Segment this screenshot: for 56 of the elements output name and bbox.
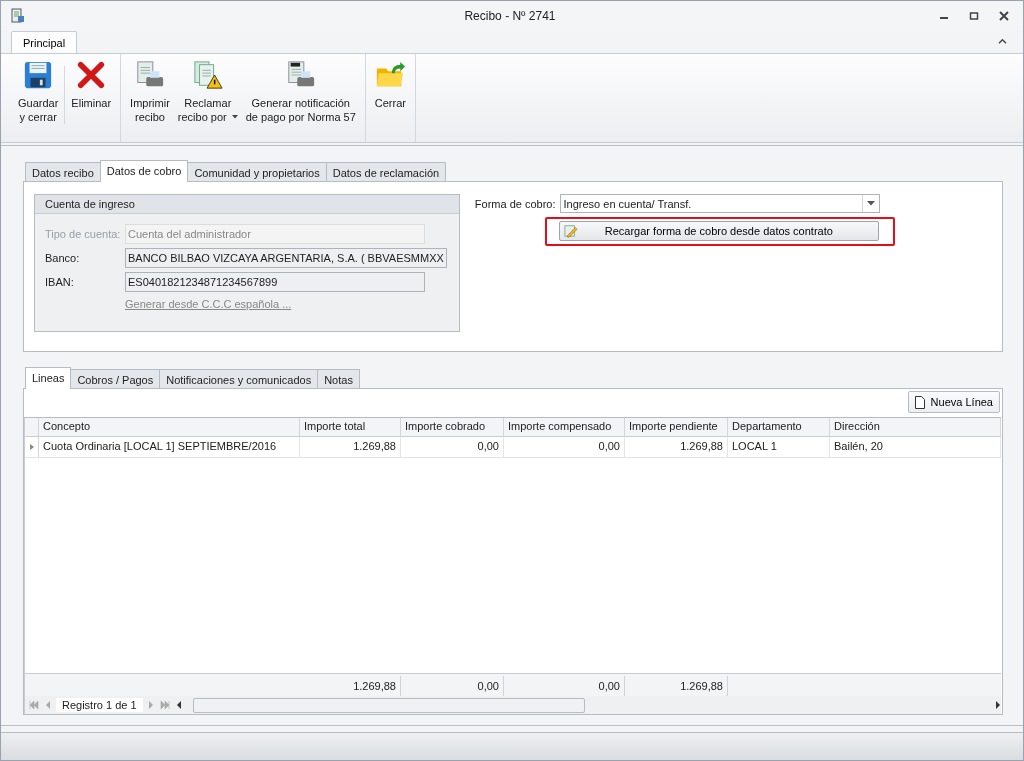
column-header[interactable]: Importe total bbox=[300, 418, 401, 437]
form-tab[interactable]: Datos de reclamación bbox=[325, 162, 447, 182]
table-cell: 1.269,88 bbox=[625, 437, 728, 458]
form-tab[interactable]: Comunidad y propietarios bbox=[187, 162, 327, 182]
column-header[interactable]: Importe cobrado bbox=[401, 418, 504, 437]
ribbon-button[interactable]: Cerrar bbox=[370, 54, 410, 142]
ribbon-button[interactable]: Guardar y cerrar bbox=[14, 54, 63, 142]
field-label: Banco: bbox=[45, 252, 81, 264]
corner-cell bbox=[25, 418, 39, 437]
text-field[interactable]: ES0401821234871234567899 bbox=[125, 272, 425, 292]
ribbon-button[interactable]: Imprimir recibo bbox=[126, 54, 174, 142]
collapse-icon[interactable] bbox=[998, 38, 1007, 45]
form-tab[interactable]: Datos de cobro bbox=[99, 160, 189, 182]
table-cell: LOCAL 1 bbox=[728, 437, 830, 458]
table-cell: Bailén, 20 bbox=[830, 437, 1001, 458]
lines-tab[interactable]: Notas bbox=[317, 369, 360, 389]
record-counter: Registro 1 de 1 bbox=[56, 698, 143, 712]
table-cell: 0,00 bbox=[504, 437, 625, 458]
reload-button[interactable]: Recargar forma de cobro desde datos contrato bbox=[558, 221, 879, 241]
field-label: Tipo de cuenta: bbox=[45, 228, 122, 240]
ribbon-button[interactable]: Reclamar recibo por bbox=[173, 54, 242, 142]
page-icon bbox=[914, 395, 925, 409]
table-cell: 0,00 bbox=[401, 437, 504, 458]
ribbon-tab[interactable]: Principal bbox=[11, 31, 78, 53]
column-header[interactable]: Concepto bbox=[39, 418, 300, 437]
document-warning-icon bbox=[192, 60, 223, 90]
column-header[interactable]: Importe compensado bbox=[504, 418, 625, 437]
field-label: Forma de cobro: bbox=[474, 197, 556, 210]
column-header[interactable]: Departamento bbox=[728, 418, 830, 437]
dropdown-arrow-icon bbox=[866, 201, 875, 206]
delete-icon bbox=[76, 60, 107, 90]
field-label: IBAN: bbox=[45, 276, 75, 288]
window-title: Recibo - Nº 2741 bbox=[463, 9, 557, 23]
lines-tab[interactable]: Notificaciones y comunicados bbox=[159, 369, 319, 389]
lines-tab[interactable]: Lineas bbox=[25, 367, 72, 389]
column-header[interactable]: Dirección bbox=[830, 418, 1001, 437]
restore-icon[interactable] bbox=[969, 11, 979, 21]
text-field[interactable]: BANCO BILBAO VIZCAYA ARGENTARIA, S.A. ( BBVAESMMXX bbox=[125, 248, 447, 268]
column-header[interactable]: Importe pendiente bbox=[625, 418, 728, 437]
ribbon-button[interactable]: Generar notificación de pago por Norma 57 bbox=[241, 54, 360, 142]
ribbon-button[interactable]: Eliminar bbox=[67, 54, 116, 142]
scroll-left-icon[interactable] bbox=[175, 701, 181, 709]
table-cell: Cuota Ordinaria [LOCAL 1] SEPTIEMBRE/2016 bbox=[39, 437, 300, 458]
close-icon[interactable] bbox=[999, 11, 1009, 21]
table-cell: 1.269,88 bbox=[300, 437, 401, 458]
app-icon bbox=[10, 8, 26, 24]
lines-tab[interactable]: Cobros / Pagos bbox=[70, 369, 161, 389]
new-line-button[interactable]: Nueva Línea bbox=[907, 391, 1000, 413]
row-selector[interactable] bbox=[25, 437, 39, 458]
scrollbar-thumb[interactable] bbox=[192, 698, 585, 713]
group-title: Cuenta de ingreso bbox=[45, 198, 135, 210]
dropdown-field[interactable]: Ingreso en cuenta/ Transf. bbox=[559, 194, 880, 213]
edit-document-icon bbox=[563, 224, 578, 238]
scroll-right-icon[interactable] bbox=[996, 701, 1001, 709]
form-tab[interactable]: Datos recibo bbox=[25, 162, 101, 182]
row-indicator-icon bbox=[29, 444, 34, 450]
